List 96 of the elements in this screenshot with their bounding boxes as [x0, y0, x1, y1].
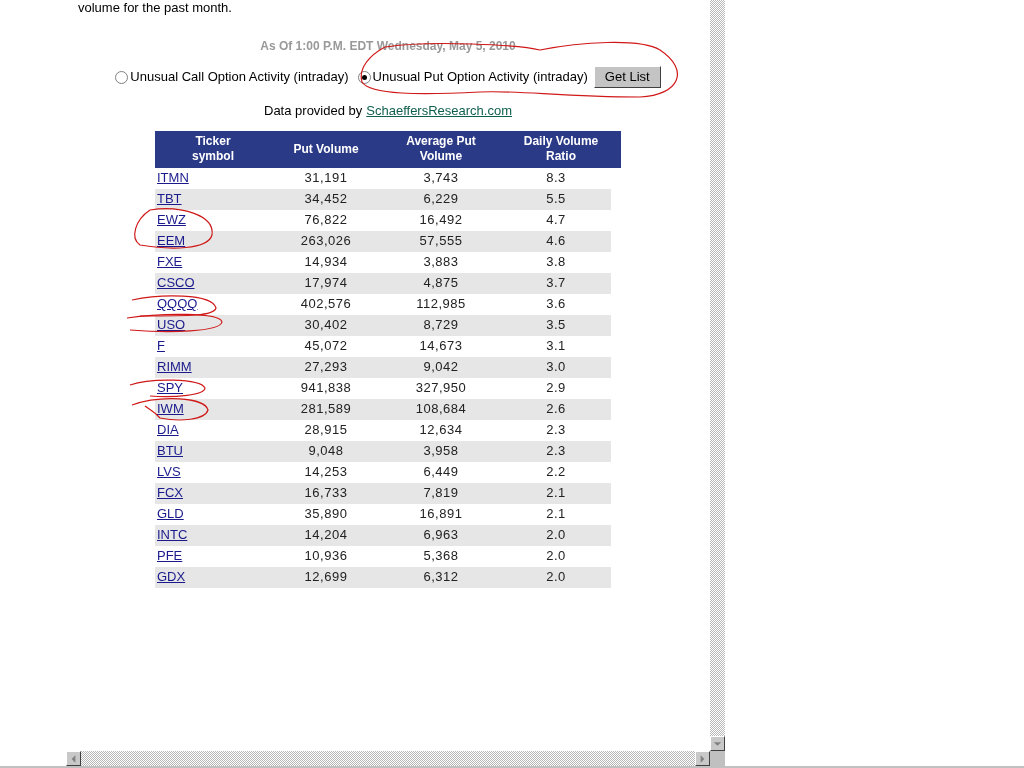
table-cell-text: 10,936: [304, 547, 348, 566]
ticker-link[interactable]: FCX: [157, 483, 183, 503]
ticker-link[interactable]: QQQQ: [157, 294, 198, 314]
table-cell-text: 76,822: [304, 211, 348, 230]
ticker-link[interactable]: PFE: [157, 546, 183, 566]
table-cell-text: 16,891: [419, 505, 463, 524]
scroll-left-button[interactable]: [66, 751, 81, 766]
table-cell-text: 14,253: [304, 463, 348, 482]
table-cell-text: 2.3: [546, 442, 566, 461]
ticker-link[interactable]: SPY: [157, 378, 183, 398]
ticker-link[interactable]: INTC: [157, 525, 188, 545]
ticker-link[interactable]: FXE: [157, 252, 183, 272]
column-header: Put Volume: [292, 141, 360, 157]
table-cell-text: 2.2: [546, 463, 566, 482]
ticker-link[interactable]: RIMM: [157, 357, 192, 377]
table-cell-text: 6,963: [423, 526, 459, 545]
table-cell-text: 402,576: [300, 295, 352, 314]
scroll-down-button[interactable]: [710, 736, 725, 751]
table-cell-text: 12,699: [304, 568, 348, 587]
table-cell-text: 6,449: [423, 463, 459, 482]
attribution-text: Data provided by: [264, 102, 363, 120]
ticker-link[interactable]: GDX: [157, 567, 186, 587]
table-cell-text: 108,684: [415, 400, 467, 419]
table-cell-text: 17,974: [304, 274, 348, 293]
ticker-link[interactable]: EWZ: [157, 210, 186, 230]
table-cell-text: 9,042: [423, 358, 459, 377]
get-list-button[interactable]: Get List: [593, 66, 661, 88]
table-cell-text: 3.5: [546, 316, 566, 335]
table-cell-text: 28,915: [304, 421, 348, 440]
radio-label: Unusual Call Option Activity (intraday): [130, 68, 349, 87]
attribution-link[interactable]: SchaeffersResearch.com: [366, 101, 512, 121]
column-header: Daily Volume Ratio: [522, 134, 600, 164]
table-cell-text: 45,072: [304, 337, 348, 356]
table-cell-text: 7,819: [423, 484, 459, 503]
table-cell-text: 31,191: [304, 169, 348, 188]
table-cell-text: 2.0: [546, 568, 566, 587]
table-cell-text: 6,312: [423, 568, 459, 587]
ticker-link[interactable]: ITMN: [157, 168, 189, 188]
table-cell-text: 3.6: [546, 295, 566, 314]
table-cell-text: 14,934: [304, 253, 348, 272]
table-cell-text: 8,729: [423, 316, 459, 335]
table-cell-text: 2.9: [546, 379, 566, 398]
table-cell-text: 2.0: [546, 526, 566, 545]
table-cell-text: 14,204: [304, 526, 348, 545]
table-cell-text: 263,026: [300, 232, 352, 251]
ticker-link[interactable]: CSCO: [157, 273, 195, 293]
horizontal-scrollbar[interactable]: [66, 751, 710, 766]
table-cell-text: 941,838: [300, 379, 352, 398]
ticker-link[interactable]: F: [157, 336, 165, 356]
table-cell-text: 27,293: [304, 358, 348, 377]
table-cell-text: 3.0: [546, 358, 566, 377]
ticker-link[interactable]: LVS: [157, 462, 181, 482]
table-cell-text: 5.5: [546, 190, 566, 209]
table-cell-text: 35,890: [304, 505, 348, 524]
table-cell-text: 281,589: [300, 400, 352, 419]
table-cell-text: 3,883: [423, 253, 459, 272]
ticker-link[interactable]: GLD: [157, 504, 184, 524]
table-cell-text: 2.1: [546, 484, 566, 503]
scroll-right-button[interactable]: [695, 751, 710, 766]
table-cell-text: 4,875: [423, 274, 459, 293]
ticker-link[interactable]: BTU: [157, 441, 183, 461]
ticker-link[interactable]: USO: [157, 315, 186, 335]
table-cell-text: 30,402: [304, 316, 348, 335]
table-cell-text: 5,368: [423, 547, 459, 566]
table-cell-text: 16,492: [419, 211, 463, 230]
table-cell-text: 327,950: [415, 379, 467, 398]
ticker-link[interactable]: IWM: [157, 399, 184, 419]
table-cell-text: 3,743: [423, 169, 459, 188]
column-header: Average Put Volume: [405, 134, 477, 164]
table-cell-text: 4.7: [546, 211, 566, 230]
table-cell-text: 14,673: [419, 337, 463, 356]
table-cell-text: 4.6: [546, 232, 566, 251]
table-cell-text: 2.0: [546, 547, 566, 566]
table-cell-text: 2.3: [546, 421, 566, 440]
table-cell-text: 3.7: [546, 274, 566, 293]
vertical-scrollbar[interactable]: [710, 0, 725, 751]
table-cell-text: 16,733: [304, 484, 348, 503]
ticker-link[interactable]: DIA: [157, 420, 179, 440]
column-header: Ticker symbol: [191, 134, 235, 164]
table-cell-text: 8.3: [546, 169, 566, 188]
intro-text: volume for the past month.: [78, 0, 232, 15]
table-cell-text: 3.1: [546, 337, 566, 356]
table-cell-text: 34,452: [304, 190, 348, 209]
table-cell-text: 57,555: [419, 232, 463, 251]
table-cell-text: 12,634: [419, 421, 463, 440]
table-cell-text: 2.6: [546, 400, 566, 419]
table-cell-text: 9,048: [308, 442, 344, 461]
table-cell-text: 3.8: [546, 253, 566, 272]
radio-button[interactable]: [115, 70, 129, 84]
table-cell-text: 3,958: [423, 442, 459, 461]
table-cell-text: 112,985: [416, 295, 466, 314]
table-cell-text: 6,229: [423, 190, 459, 209]
radio-label: Unusual Put Option Activity (intraday): [372, 68, 588, 87]
table-cell-text: 2.1: [546, 505, 566, 524]
ticker-link[interactable]: EEM: [157, 231, 186, 251]
ticker-link[interactable]: TBT: [157, 189, 182, 209]
